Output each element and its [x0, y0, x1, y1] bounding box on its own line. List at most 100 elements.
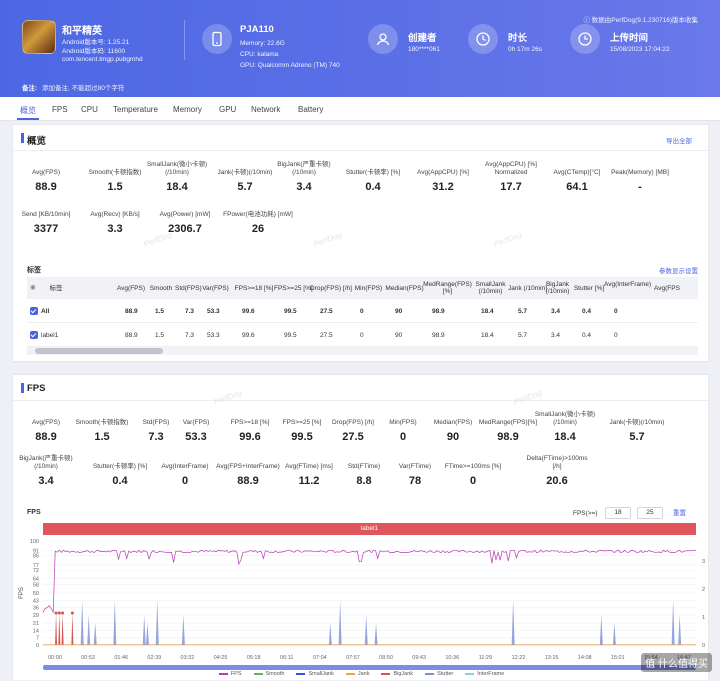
- tab-cpu[interactable]: CPU: [81, 105, 98, 114]
- stat-value: 18.4: [142, 181, 212, 193]
- column-header[interactable]: MedRange(FPS)[%]: [422, 281, 473, 295]
- legend-item[interactable]: InterFrame: [465, 671, 504, 677]
- overview-header: 概览 导出全部: [13, 125, 708, 151]
- column-header[interactable]: BigJank (/10min): [541, 281, 574, 295]
- y-tick-label: 86: [33, 554, 39, 560]
- column-header[interactable]: 标签: [41, 285, 71, 292]
- x-tick-label: 08:50: [379, 655, 393, 661]
- app-name: 和平精英: [62, 22, 102, 37]
- tab-temperature[interactable]: Temperature: [113, 105, 158, 114]
- column-header[interactable]: FPS>=25 [%]: [274, 285, 312, 292]
- stat-label: Avg(Power) [mW]: [150, 203, 220, 219]
- jank-spike: [113, 600, 116, 645]
- table-row[interactable]: label188.91.57.353.399.699.527.509098.91…: [27, 323, 698, 347]
- column-header[interactable]: Min(FPS): [350, 285, 387, 292]
- note-input[interactable]: 添加备注, 不能超过80个字符: [42, 85, 124, 92]
- stat-2: Avg(Power) [mW]2306.7: [150, 203, 220, 235]
- legend-item[interactable]: Jank: [346, 671, 370, 677]
- legend-item[interactable]: SmallJank: [296, 671, 333, 677]
- stat-value: 3377: [11, 223, 81, 235]
- table-row[interactable]: All88.91.57.353.399.699.527.509098.918.4…: [27, 299, 698, 323]
- legend-item[interactable]: BigJank: [381, 671, 413, 677]
- eye-icon[interactable]: ◉: [30, 284, 36, 291]
- y-tick-label: 72: [33, 568, 39, 574]
- row-cell: 99.5: [284, 332, 297, 339]
- note-label: 备注:: [22, 85, 37, 92]
- perfdog-watermark: PerfDog: [312, 230, 343, 248]
- row-cell: 3.4: [551, 308, 560, 315]
- device-cpu: CPU: kalama: [240, 51, 278, 58]
- tags-table-title: 标签: [27, 265, 41, 275]
- perfdog-version-note: ⓘ 数据由PerfDog(9.1.230716)版本收集: [583, 14, 698, 24]
- stat-label: Avg(FPS): [11, 161, 81, 177]
- legend-item[interactable]: Smooth: [254, 671, 285, 677]
- column-header[interactable]: Avg(FPS): [115, 285, 147, 292]
- tags-table-header: ◉ 标签 Avg(FPS)SmoothStd(FPS)Var(FPS)FPS>=18…: [27, 277, 698, 299]
- row-cell: 53.3: [207, 332, 220, 339]
- y-tick-label: 7: [36, 636, 39, 642]
- column-header[interactable]: Smooth: [145, 285, 177, 292]
- column-header[interactable]: Avg(InterFrame): [604, 281, 649, 288]
- tab-overview[interactable]: 概览: [20, 105, 36, 116]
- y-tick-label: 29: [33, 613, 39, 619]
- y-tick-label: 43: [33, 598, 39, 604]
- device-model: PJA110: [240, 24, 274, 35]
- row-cell: 90: [395, 332, 402, 339]
- legend-swatch: [219, 673, 228, 675]
- y2-tick-label: 3: [702, 559, 705, 565]
- column-header[interactable]: Stutter [%]: [572, 285, 606, 292]
- tab-fps[interactable]: FPS: [52, 105, 68, 114]
- column-header[interactable]: Drop(FPS) [/h]: [310, 285, 352, 292]
- section-marker: [21, 133, 24, 143]
- stat-label: Send [KB/10min]: [11, 203, 81, 219]
- export-all-link[interactable]: 导出全部: [666, 135, 692, 145]
- legend-label: Smooth: [266, 671, 285, 677]
- jank-spike: [375, 623, 378, 645]
- table-scrollbar[interactable]: [27, 347, 698, 355]
- row-cell: 0: [614, 332, 618, 339]
- fps-chart[interactable]: 100918677726458504336292114703210FPS00:0…: [13, 375, 710, 681]
- stat-label: Avg(AppCPU) [%] Normalized: [476, 161, 546, 177]
- row-cell: 99.5: [284, 308, 297, 315]
- legend-swatch: [296, 673, 305, 675]
- row-cell: 27.5: [320, 308, 333, 315]
- legend-label: SmallJank: [308, 671, 333, 677]
- chart-legend: FPS Smooth SmallJank Jank BigJank Stutter Inte…: [13, 671, 710, 677]
- device-memory: Memory: 22.6G: [240, 40, 285, 47]
- y-axis-label: FPS: [19, 587, 25, 599]
- legend-item[interactable]: Stutter: [425, 671, 453, 677]
- x-tick-label: 11:29: [479, 655, 492, 661]
- tab-battery[interactable]: Battery: [298, 105, 323, 114]
- tab-memory[interactable]: Memory: [173, 105, 202, 114]
- jank-spike: [329, 623, 332, 645]
- stat-7: Avg(AppCPU) [%] Normalized17.7: [476, 161, 546, 193]
- stat-value: 0.4: [338, 181, 408, 193]
- legend-item[interactable]: FPS: [219, 671, 242, 677]
- column-header[interactable]: Median(FPS): [385, 285, 424, 292]
- param-display-settings-link[interactable]: 参数显示设置: [659, 265, 698, 275]
- stat-3: FPower(电池功耗) [mW]26: [223, 203, 293, 235]
- x-tick-label: 09:43: [412, 655, 426, 661]
- legend-swatch: [346, 673, 355, 675]
- tab-gpu[interactable]: GPU: [219, 105, 236, 114]
- column-header[interactable]: Std(FPS): [175, 285, 199, 292]
- creator-value: 180****061: [408, 46, 440, 53]
- stat-label: SmallJank(微小卡顿)(/10min): [142, 161, 212, 177]
- column-header[interactable]: Jank (/10min): [508, 285, 543, 292]
- row-checkbox[interactable]: [30, 307, 38, 315]
- y2-tick-label: 0: [702, 643, 705, 649]
- legend-label: Stutter: [437, 671, 453, 677]
- stat-4: BigJank(严重卡顿)(/10min)3.4: [269, 161, 339, 193]
- fps-series-line: [43, 550, 696, 613]
- column-header[interactable]: Var(FPS): [197, 285, 234, 292]
- column-header[interactable]: FPS>=18 [%]: [232, 285, 276, 292]
- scroll-thumb[interactable]: [35, 348, 163, 354]
- column-header[interactable]: Avg(FPS: [647, 285, 687, 292]
- tab-network[interactable]: Network: [251, 105, 280, 114]
- x-tick-label: 07:04: [313, 655, 327, 661]
- device-gpu: GPU: Qualcomm Adreno (TM) 740: [240, 62, 340, 69]
- column-header[interactable]: SmallJank (/10min): [471, 281, 510, 295]
- x-tick-label: 01:46: [114, 655, 128, 661]
- row-label: label1: [41, 332, 58, 339]
- row-checkbox[interactable]: [30, 331, 38, 339]
